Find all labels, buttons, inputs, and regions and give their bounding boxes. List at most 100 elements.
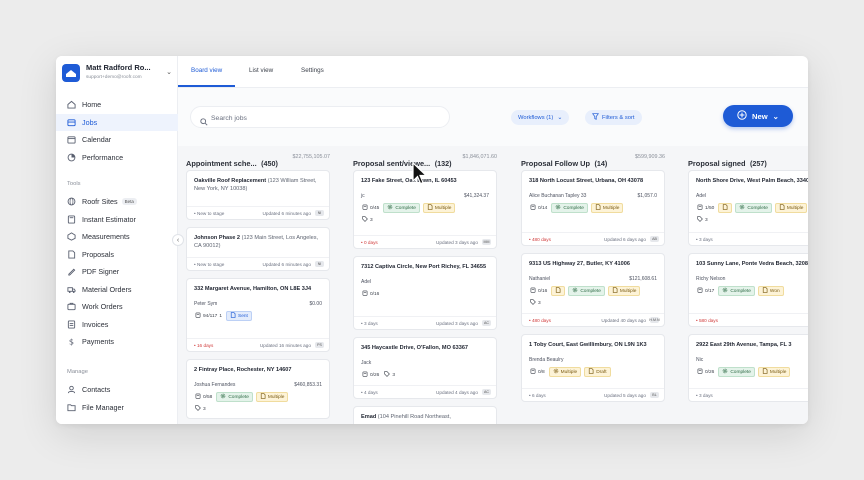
sidebar-item-label: Roofr Sites <box>82 197 118 207</box>
chip-label: Multiple <box>602 205 620 211</box>
doc-icon <box>779 204 785 212</box>
active-tab-indicator <box>178 85 235 87</box>
job-title: Emad <box>361 414 377 420</box>
job-card-title: 2 Fintray Place, Rochester, NY 14607 <box>194 366 324 374</box>
assignee-avatar: AC <box>482 389 491 395</box>
sidebar-item-proposals[interactable]: Proposals <box>56 246 178 264</box>
status-chip: Complete <box>718 367 755 377</box>
sidebar-item-work-orders[interactable]: Work Orders <box>56 298 178 316</box>
view-tabs: Board view List view Settings <box>178 56 808 88</box>
doc-icon <box>762 287 768 295</box>
sidebar-item-invoices[interactable]: Invoices <box>56 316 178 334</box>
status-chip: Sent <box>226 311 252 321</box>
job-title: 9313 US Highway 27, Butler, KY 41006 <box>529 261 630 267</box>
sidebar-item-file-manager[interactable]: File Manager <box>56 399 178 417</box>
column-header: Proposal Follow Up (14) $599,909.36 <box>521 153 671 168</box>
sidebar-item-label: Calendar <box>82 135 112 145</box>
sidebar-item-performance[interactable]: Performance <box>56 149 178 167</box>
doc-icon <box>612 287 618 295</box>
status-chip: Multiple <box>548 367 582 377</box>
updated-timestamp: Updated 4 days ago <box>436 390 478 395</box>
job-card[interactable]: 1 Toby Court, East Gwillimbury, ON L9N 1… <box>521 334 665 402</box>
sidebar-item-jobs[interactable]: Jobs <box>56 113 178 131</box>
chip-label: 94/117 <box>203 313 218 319</box>
sidebar-item-pdf-signer[interactable]: PDF Signer <box>56 263 178 281</box>
status-chip: 3 <box>194 404 207 414</box>
nav-manage: Contacts File Manager <box>56 381 178 416</box>
checklist-icon <box>697 204 703 212</box>
filters-sort-button[interactable]: Filters & sort <box>585 110 642 125</box>
tab-board-view[interactable]: Board view <box>191 67 222 74</box>
job-card[interactable]: 103 Sunny Lane, Ponte Vedra Beach, 32082… <box>688 253 808 327</box>
chip-label: 3 <box>370 217 373 223</box>
beta-badge: Beta <box>121 198 137 206</box>
gear-icon <box>572 287 578 295</box>
job-card-title: Emad (104 Pinehill Road Northeast, <box>361 413 491 421</box>
nav-tools: Roofr Sites Beta Instant Estimator Measurem… <box>56 193 178 351</box>
chip-label: 3 <box>538 300 541 306</box>
job-card[interactable]: 345 Haycastle Drive, O'Fallon, MO 63367 J… <box>353 337 497 399</box>
chevron-down-icon: ⌄ <box>166 69 172 76</box>
column-title: Appointment sche... <box>186 159 257 168</box>
search-input[interactable] <box>211 111 431 125</box>
job-card[interactable]: 7312 Captiva Circle, New Port Richey, FL… <box>353 256 497 330</box>
job-card[interactable]: 318 North Locust Street, Urbana, OH 4307… <box>521 170 665 246</box>
workflows-dropdown[interactable]: Workflows (1) ⌄ <box>511 110 570 125</box>
status-chip <box>718 203 733 213</box>
sidebar-item-calendar[interactable]: Calendar <box>56 131 178 149</box>
sidebar-item-label: Payments <box>82 337 114 347</box>
chip-label: 3 <box>705 217 708 223</box>
sidebar-item-contacts[interactable]: Contacts <box>56 381 178 399</box>
sidebar-item-material-orders[interactable]: Material Orders <box>56 281 178 299</box>
job-card[interactable]: Oakville Roof Replacement (123 William S… <box>186 170 330 220</box>
status-chip: 0/8 <box>529 367 546 377</box>
tab-list-view[interactable]: List view <box>249 67 273 74</box>
job-card-title: North Shore Drive, West Palm Beach, 3340… <box>696 177 808 185</box>
job-card-footer: • 0 days Updated 3 days ago MM <box>354 235 496 248</box>
job-card-title: 9313 US Highway 27, Butler, KY 41006 <box>529 260 659 268</box>
job-card-footer: • 480 days Updated 6 days ago AB <box>522 232 664 245</box>
collapse-sidebar-button[interactable]: ‹ <box>172 234 184 246</box>
account-switcher[interactable]: Matt Radford Ro... support+demo@roofr.co… <box>62 62 172 86</box>
job-card[interactable]: 9313 US Highway 27, Butler, KY 41006 Nath… <box>521 253 665 327</box>
job-card[interactable]: North Shore Drive, West Palm Beach, 3340… <box>688 170 808 246</box>
column-count: (132) <box>434 159 452 168</box>
tab-settings[interactable]: Settings <box>301 67 324 74</box>
status-chip: 0/26 <box>696 367 715 377</box>
chip-row: 0/16 Complete Multiple <box>529 286 641 296</box>
work-orders-icon <box>67 302 76 311</box>
search-box[interactable] <box>190 106 450 128</box>
days-in-stage: • 480 days <box>529 237 551 242</box>
chip-row: 0/26 3 <box>361 370 396 380</box>
sidebar-item-measurements[interactable]: Measurements <box>56 228 178 246</box>
chip-label: Multiple <box>267 394 285 400</box>
job-card[interactable]: 2922 East 29th Avenue, Tampa, FL 3Nic$0/… <box>688 334 808 402</box>
column-count: (257) <box>749 159 767 168</box>
chip-label: 0/16 <box>370 291 380 297</box>
chip-label: Multiple <box>786 205 804 211</box>
chip-row: 94/117 1 Sent <box>194 311 252 321</box>
job-card-footer: • 16 days Updated 16 minutes ago PS <box>187 338 329 351</box>
job-card[interactable]: Johnson Phase 2 (123 Main Street, Los An… <box>186 227 330 271</box>
job-amount: $460,853.31 <box>294 382 322 388</box>
nav-main: Home Jobs Calendar Performance <box>56 96 178 166</box>
sidebar-item-payments[interactable]: $ Payments <box>56 333 178 351</box>
sidebar-item-label: Contacts <box>82 385 111 395</box>
sidebar-item-instant-estimator[interactable]: Instant Estimator <box>56 211 178 229</box>
performance-icon <box>67 153 76 162</box>
status-chip: Complete <box>568 286 605 296</box>
checklist-icon <box>697 368 703 376</box>
new-button[interactable]: New ⌄ <box>723 105 793 127</box>
chip-row: 3 <box>529 298 542 308</box>
job-card-title: Oakville Roof Replacement (123 William S… <box>194 177 324 193</box>
sidebar-item-roofr-sites[interactable]: Roofr Sites Beta <box>56 193 178 211</box>
sidebar-item-label: File Manager <box>82 402 124 412</box>
job-card[interactable]: 332 Margaret Avenue, Hamilton, ON L8E 3J… <box>186 278 330 352</box>
column-count: (14) <box>594 159 608 168</box>
job-card[interactable]: 2 Fintray Place, Rochester, NY 14607 Josh… <box>186 359 330 419</box>
chip-label: Complete <box>730 288 751 294</box>
sidebar-item-home[interactable]: Home <box>56 96 178 114</box>
job-card[interactable]: Emad (104 Pinehill Road Northeast, <box>353 406 497 424</box>
sidebar-item-label: Home <box>82 100 102 110</box>
plus-circle-icon <box>737 110 747 122</box>
